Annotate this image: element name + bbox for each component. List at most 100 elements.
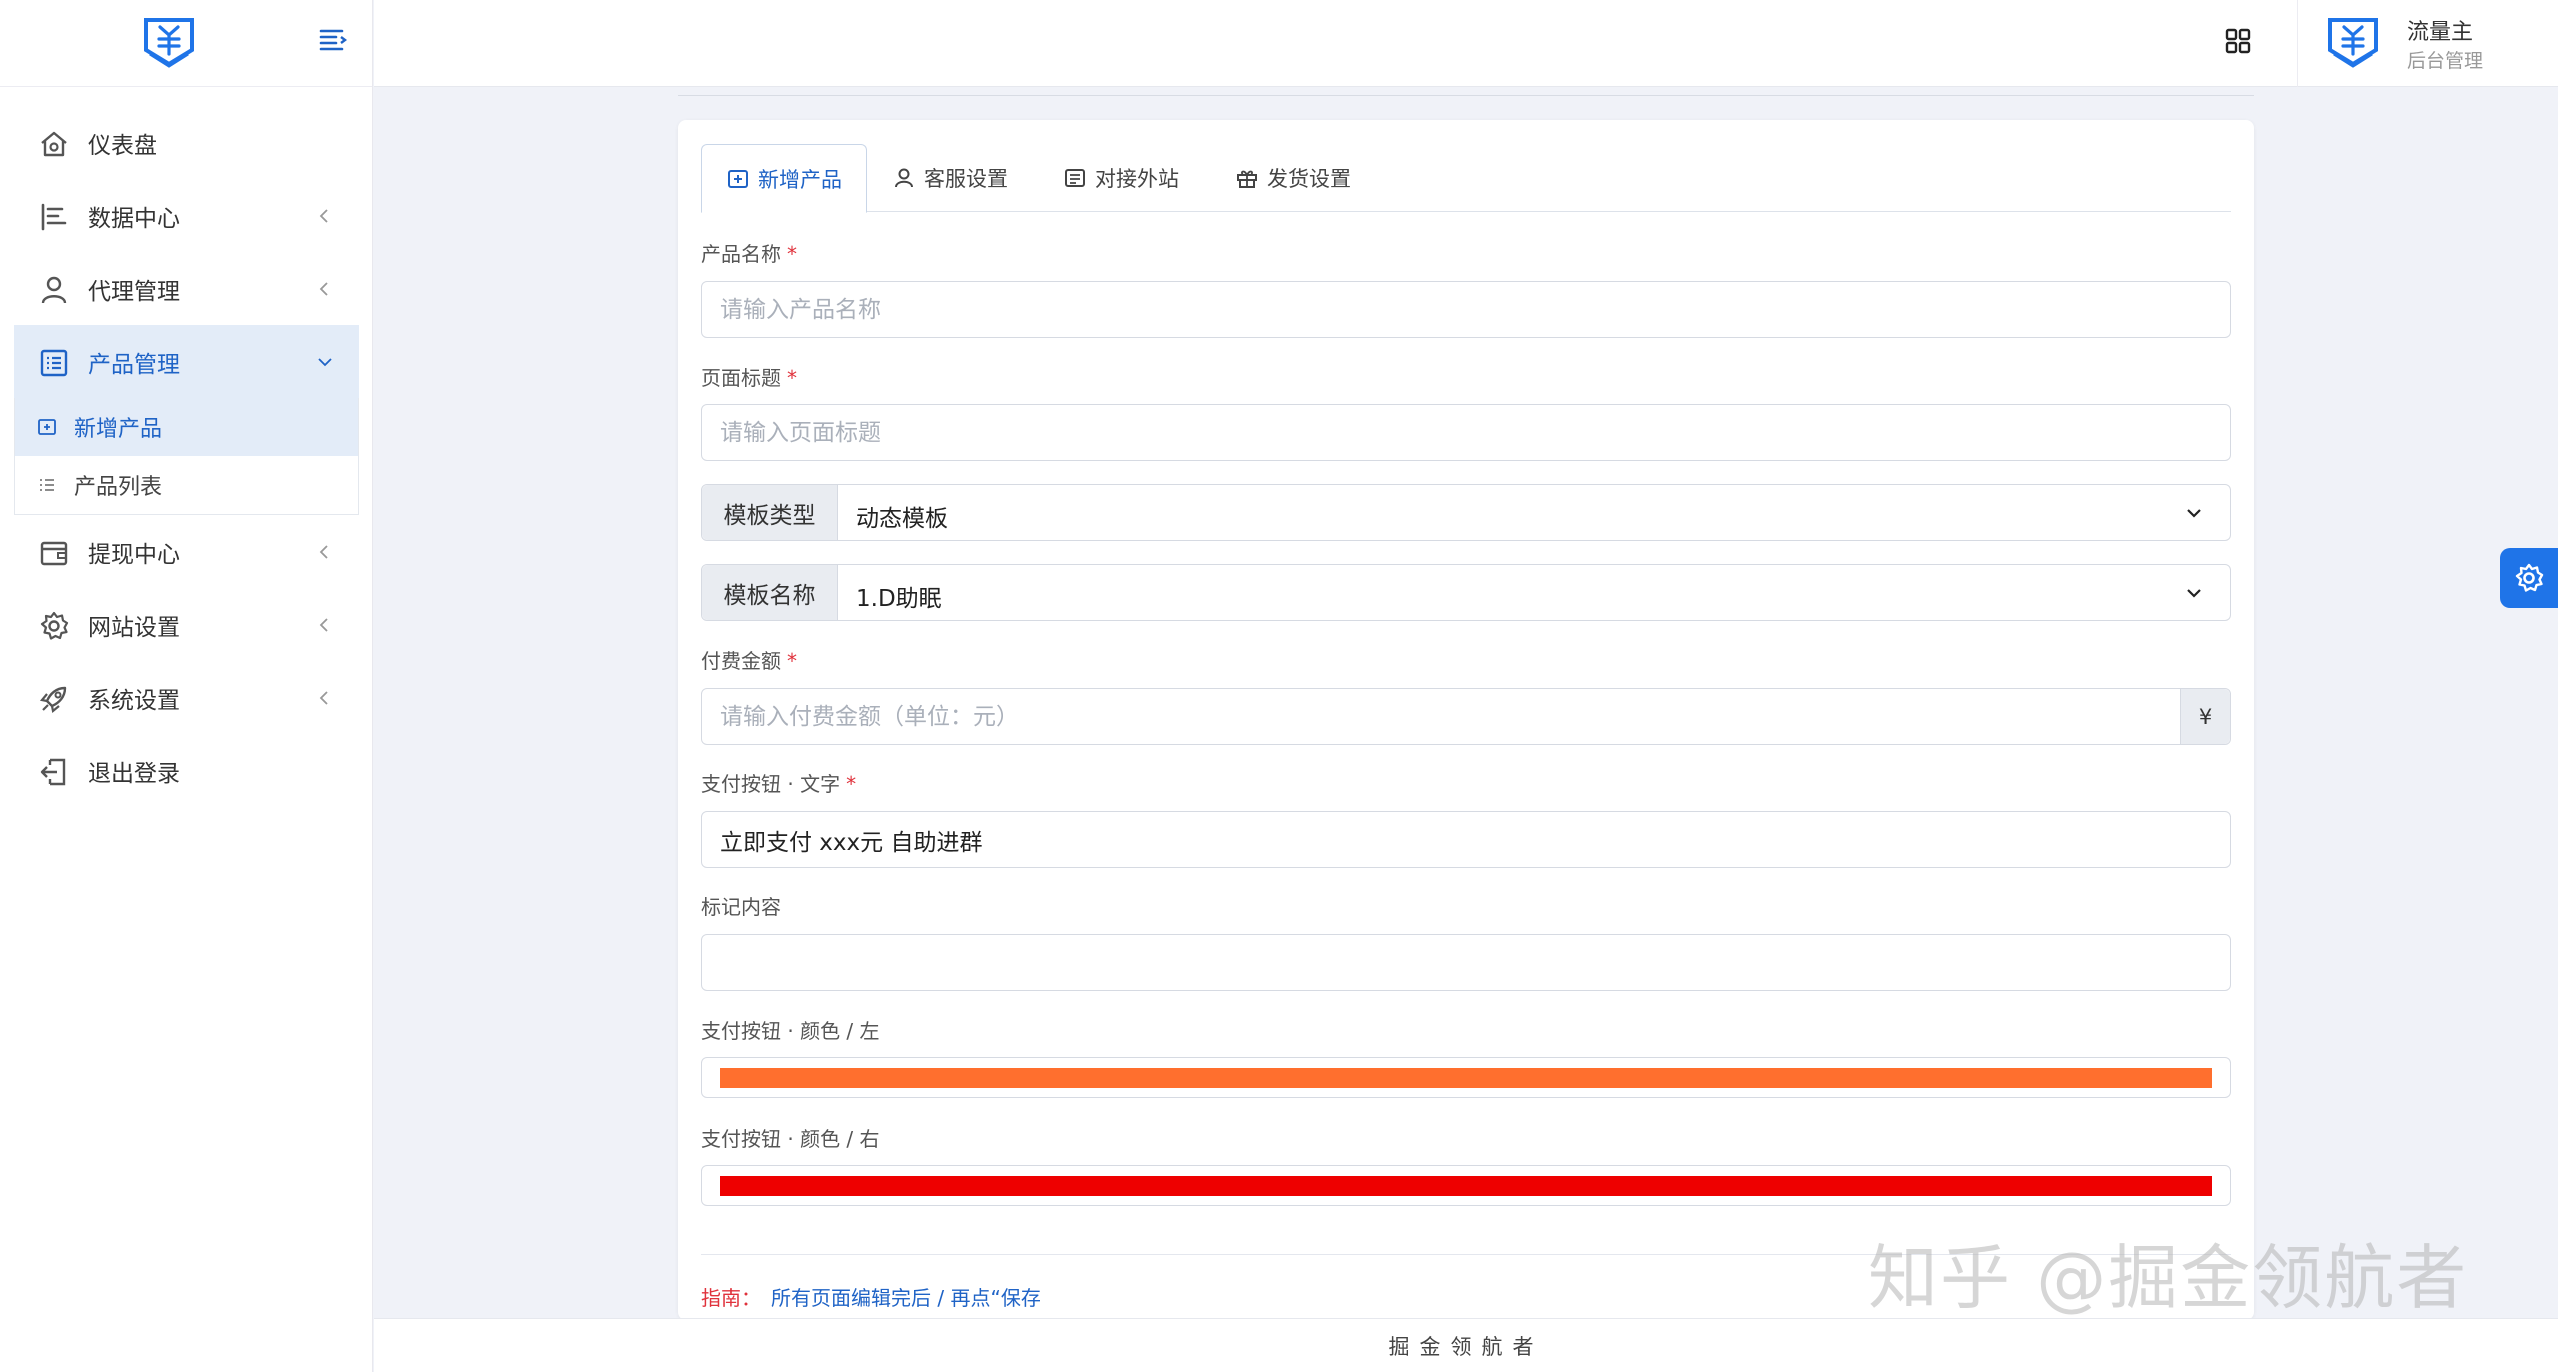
- sidebar-item-label: 提现中心: [88, 541, 180, 568]
- document-icon: [1065, 169, 1085, 187]
- sidebar-item-label: 退出登录: [88, 760, 180, 787]
- list-icon: [40, 349, 68, 377]
- header-divider: [2297, 0, 2298, 87]
- product-form-card: 新增产品 客服设置 对接外站 发货设置 产品名称* 页面标题* 模板类型 动态模…: [678, 120, 2254, 1320]
- sidebar-item-label: 网站设置: [88, 614, 180, 641]
- apps-grid-icon[interactable]: [2223, 26, 2253, 56]
- sidebar-item-label: 产品管理: [88, 351, 180, 378]
- yuan-shield-logo-icon[interactable]: [140, 14, 198, 68]
- currency-addon: ¥: [2180, 689, 2230, 744]
- pay-text-label: 支付按钮 · 文字 *: [701, 772, 857, 796]
- template-name-value: 1.D助眠: [856, 586, 942, 612]
- color-right-label: 支付按钮 · 颜色 / 右: [701, 1127, 880, 1151]
- sidebar-item-data-center[interactable]: 数据中心: [0, 179, 373, 252]
- submenu-item-product-list[interactable]: 产品列表: [15, 456, 358, 514]
- logout-icon: [40, 758, 66, 786]
- submenu-item-label: 新增产品: [74, 417, 163, 442]
- user-avatar-icon[interactable]: [2324, 14, 2382, 68]
- mark-input[interactable]: [701, 934, 2231, 991]
- sidebar-item-product[interactable]: 产品管理: [14, 325, 359, 398]
- page-title-label: 页面标题 *: [701, 366, 797, 390]
- watermark: 知乎 @掘金领航者: [1868, 1237, 2469, 1319]
- required-mark: *: [846, 772, 857, 796]
- user-role: 后台管理: [2407, 50, 2484, 72]
- home-icon: [41, 131, 67, 157]
- tab-label: 发货设置: [1267, 167, 1351, 191]
- user-icon: [895, 168, 913, 188]
- amount-label: 付费金额 *: [701, 649, 797, 673]
- bar-chart-icon: [41, 203, 67, 231]
- gear-icon: [40, 611, 69, 640]
- sidebar-item-system-settings[interactable]: 系统设置: [0, 661, 373, 734]
- sidebar-item-site-settings[interactable]: 网站设置: [0, 588, 373, 661]
- submenu-item-label: 产品列表: [74, 475, 163, 500]
- page-footer: 掘金领航者: [374, 1318, 2558, 1372]
- tab-label: 新增产品: [758, 167, 842, 192]
- color-right-picker[interactable]: [701, 1165, 2231, 1206]
- product-submenu: 新增产品 产品列表: [14, 398, 359, 515]
- tab-label: 客服设置: [924, 167, 1008, 191]
- chevron-left-icon: [319, 209, 328, 223]
- chevron-left-icon: [319, 282, 328, 296]
- tab-label: 对接外站: [1095, 167, 1179, 191]
- template-name-addon: 模板名称: [702, 565, 838, 620]
- chevron-down-icon: [2187, 589, 2201, 598]
- sidebar-item-label: 数据中心: [88, 205, 180, 232]
- template-type-select[interactable]: 模板类型 动态模板: [701, 484, 2231, 541]
- user-name[interactable]: 流量主: [2407, 14, 2473, 46]
- color-left-swatch: [720, 1068, 2212, 1088]
- sidebar-item-agent[interactable]: 代理管理: [0, 252, 373, 325]
- user-icon: [41, 276, 67, 304]
- floating-settings-button[interactable]: [2500, 548, 2558, 608]
- mark-label: 标记内容: [701, 895, 781, 919]
- wallet-icon: [40, 541, 68, 566]
- required-mark: *: [787, 649, 797, 673]
- menu-toggle-icon[interactable]: [318, 26, 348, 56]
- top-header: 流量主 后台管理: [374, 0, 2558, 87]
- page-title-input[interactable]: [701, 404, 2231, 461]
- product-name-label: 产品名称 *: [701, 242, 797, 266]
- guide-text: 所有页面编辑完后 / 再点“保存: [771, 1286, 1041, 1310]
- color-right-swatch: [720, 1176, 2212, 1196]
- gear-icon: [2515, 563, 2544, 592]
- pay-text-input[interactable]: [701, 811, 2231, 868]
- chevron-left-icon: [319, 618, 328, 632]
- folder-plus-icon: [728, 169, 748, 188]
- sidebar-item-label: 仪表盘: [88, 132, 157, 159]
- sidebar: 仪表盘 数据中心 代理管理 产品管理 新增产品 产品列表 提现中心 网站设置 系…: [0, 0, 373, 1372]
- sidebar-brand: [0, 0, 372, 87]
- color-left-label: 支付按钮 · 颜色 / 左: [701, 1019, 880, 1043]
- content-top-divider: [678, 95, 2254, 96]
- chevron-left-icon: [319, 545, 328, 559]
- product-name-input[interactable]: [701, 281, 2231, 338]
- chevron-down-icon: [318, 358, 332, 367]
- template-type-addon: 模板类型: [702, 485, 838, 540]
- tab-external-site[interactable]: 对接外站: [1063, 144, 1179, 212]
- sidebar-item-label: 代理管理: [88, 278, 180, 305]
- tab-add-product[interactable]: 新增产品: [701, 144, 867, 213]
- submenu-item-add-product[interactable]: 新增产品: [15, 398, 358, 456]
- list-bullet-icon: [40, 479, 54, 491]
- sidebar-nav: 仪表盘 数据中心 代理管理 产品管理 新增产品 产品列表 提现中心 网站设置 系…: [0, 106, 373, 807]
- sidebar-item-withdraw[interactable]: 提现中心: [0, 515, 373, 588]
- template-type-value: 动态模板: [856, 506, 948, 532]
- required-mark: *: [787, 242, 797, 266]
- amount-input-group: ¥: [701, 688, 2231, 745]
- gift-icon: [1237, 170, 1257, 188]
- tab-customer-service[interactable]: 客服设置: [892, 144, 1008, 212]
- amount-input[interactable]: [702, 689, 2180, 744]
- guide-label: 指南：: [701, 1286, 761, 1310]
- rocket-icon: [39, 686, 67, 714]
- template-name-select[interactable]: 模板名称 1.D助眠: [701, 564, 2231, 621]
- sidebar-item-logout[interactable]: 退出登录: [0, 734, 373, 807]
- chevron-down-icon: [2187, 509, 2201, 518]
- guide-note: 指南： 所有页面编辑完后 / 再点“保存: [701, 1282, 1041, 1311]
- tab-delivery[interactable]: 发货设置: [1235, 144, 1351, 212]
- required-mark: *: [787, 366, 797, 390]
- sidebar-item-dashboard[interactable]: 仪表盘: [0, 106, 373, 179]
- sidebar-item-label: 系统设置: [88, 687, 180, 714]
- form-tabs: 新增产品 客服设置 对接外站 发货设置: [701, 144, 2231, 213]
- color-left-picker[interactable]: [701, 1057, 2231, 1098]
- folder-plus-icon: [38, 419, 56, 435]
- chevron-left-icon: [319, 691, 328, 705]
